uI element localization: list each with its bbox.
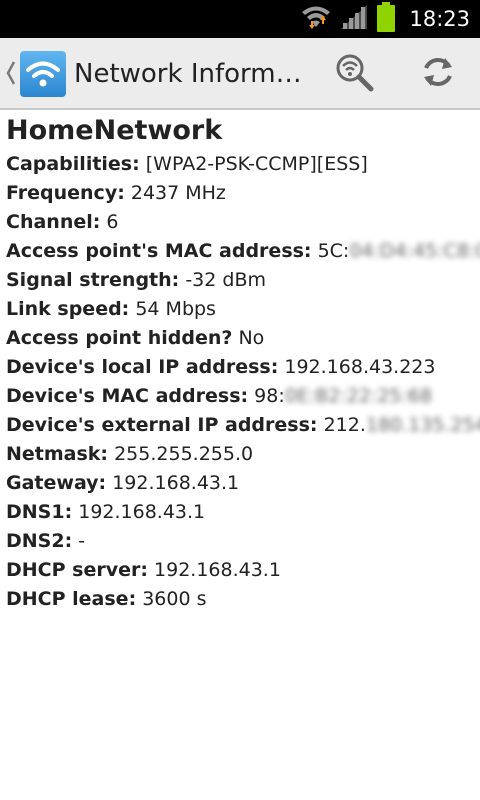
info-row-value: 3600 s	[142, 588, 207, 610]
info-row-label: Device's MAC address:	[6, 385, 249, 407]
info-row-value: 5C:	[317, 240, 350, 262]
info-row: Capabilities: [WPA2-PSK-CCMP][ESS]	[6, 150, 474, 179]
info-row-label: DNS2:	[6, 530, 73, 552]
up-navigation-chevron-icon[interactable]	[6, 60, 16, 86]
info-row-label: DHCP lease:	[6, 588, 137, 610]
battery-icon	[377, 2, 396, 36]
info-row-label: Frequency:	[6, 182, 125, 204]
info-row: Device's local IP address: 192.168.43.22…	[6, 353, 474, 382]
info-row-label: Netmask:	[6, 443, 109, 465]
info-row-label: DNS1:	[6, 501, 73, 523]
wifi-search-icon	[334, 52, 374, 96]
info-row-label: Device's local IP address:	[6, 356, 279, 378]
info-row: DHCP server: 192.168.43.1	[6, 556, 474, 585]
info-row: Gateway: 192.168.43.1	[6, 469, 474, 498]
refresh-icon	[418, 52, 458, 96]
info-row-value: No	[238, 327, 265, 349]
info-row-label: DHCP server:	[6, 559, 148, 581]
info-row-value: 192.168.43.1	[78, 501, 206, 523]
info-row: Access point hidden? No	[6, 324, 474, 353]
network-info-panel: HomeNetwork Capabilities: [WPA2-PSK-CCMP…	[6, 112, 480, 614]
info-row-value: -	[78, 530, 86, 552]
info-row: Channel: 6	[6, 208, 474, 237]
info-row: Device's MAC address: 98:0E:B2:22:25:68	[6, 382, 474, 411]
info-row-label: Access point's MAC address:	[6, 240, 312, 262]
info-row-value: -32 dBm	[185, 269, 266, 291]
wifi-icon	[301, 3, 331, 35]
refresh-button[interactable]	[416, 52, 460, 96]
info-row-obscured-value: 04:D4:45:C8:CD	[349, 240, 480, 262]
info-row: DNS1: 192.168.43.1	[6, 498, 474, 527]
info-row-value: 6	[106, 211, 119, 233]
info-row-value: 2437 MHz	[130, 182, 226, 204]
info-row-value: 192.168.43.1	[154, 559, 281, 581]
action-bar: Network Information	[0, 38, 480, 110]
info-row: Signal strength: -32 dBm	[6, 266, 474, 295]
info-row-value: 212.	[323, 414, 366, 436]
network-info-list: Capabilities: [WPA2-PSK-CCMP][ESS] Freque…	[6, 150, 480, 614]
info-row: Device's external IP address: 212.180.13…	[6, 411, 480, 440]
info-row-value: 255.255.255.0	[114, 443, 254, 465]
info-row: DHCP lease: 3600 s	[6, 585, 474, 614]
status-bar: 18:23	[0, 0, 480, 38]
info-row-label: Gateway:	[6, 472, 107, 494]
info-row-value: 98:	[254, 385, 285, 407]
info-row-label: Capabilities:	[6, 153, 140, 175]
action-bar-title: Network Information	[74, 59, 304, 89]
info-row: Netmask: 255.255.255.0	[6, 440, 474, 469]
info-row-label: Channel:	[6, 211, 101, 233]
info-row-obscured-value: 180.135.254	[365, 414, 480, 436]
info-row-value: 192.168.43.1	[112, 472, 240, 494]
status-time: 18:23	[409, 7, 470, 31]
info-row: DNS2: -	[6, 527, 474, 556]
info-row-value: 54 Mbps	[135, 298, 216, 320]
info-row-label: Signal strength:	[6, 269, 180, 291]
wifi-search-button[interactable]	[332, 52, 376, 96]
info-row-value: [WPA2-PSK-CCMP][ESS]	[145, 153, 368, 175]
info-row: Frequency: 2437 MHz	[6, 179, 474, 208]
network-name: HomeNetwork	[6, 115, 223, 146]
status-icons: 18:23	[301, 0, 470, 38]
signal-icon	[339, 3, 369, 35]
info-row-value: 192.168.43.223	[284, 356, 436, 378]
info-row-label: Device's external IP address:	[6, 414, 318, 436]
info-row: Link speed: 54 Mbps	[6, 295, 474, 324]
info-row-obscured-value: 0E:B2:22:25:68	[284, 385, 433, 407]
info-row-label: Link speed:	[6, 298, 130, 320]
info-row: Access point's MAC address: 5C:04:D4:45:…	[6, 237, 480, 266]
info-row-label: Access point hidden?	[6, 327, 233, 349]
wifi-app-icon[interactable]	[20, 51, 66, 97]
